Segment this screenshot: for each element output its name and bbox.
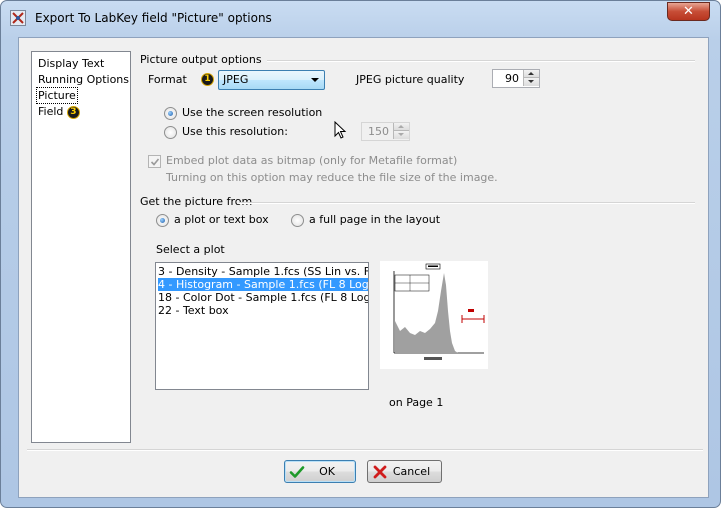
nav-item-label: Running Options [38, 73, 130, 86]
picture-source-group-title: Get the picture from [140, 195, 253, 208]
mouse-cursor-icon [334, 121, 347, 139]
resolution-value: 150 [368, 125, 389, 138]
list-item[interactable]: 22 - Text box [158, 304, 368, 317]
dialog-window: Export To LabKey field "Picture" options… [0, 0, 721, 508]
title-bar[interactable]: Export To LabKey field "Picture" options… [1, 1, 720, 31]
full-page-label[interactable]: a full page in the layout [309, 213, 440, 227]
histogram-preview-image [393, 263, 485, 360]
list-item-selected[interactable]: 4 - Histogram - Sample 1.fcs (FL 8 Log) … [158, 278, 368, 291]
nav-item-label: Picture [38, 89, 76, 102]
ok-button-label: OK [319, 465, 335, 478]
cancel-button-label: Cancel [392, 465, 431, 478]
list-item[interactable]: 3 - Density - Sample 1.fcs (SS Lin vs. F… [158, 265, 368, 278]
embed-bitmap-note: Turning on this option may reduce the fi… [166, 171, 498, 184]
custom-resolution-radio[interactable] [164, 126, 177, 139]
jpeg-quality-value: 90 [505, 72, 519, 85]
plot-preview-thumbnail [380, 261, 488, 369]
group-divider [267, 60, 695, 62]
step-badge-3: 3 [66, 105, 80, 119]
stepper-down-button[interactable] [393, 131, 409, 139]
plot-or-textbox-radio[interactable] [156, 214, 169, 227]
stepper-up-button[interactable] [393, 123, 409, 131]
resolution-stepper[interactable]: 150 [361, 122, 410, 141]
close-button[interactable]: ✕ [667, 2, 710, 21]
footer-separator [27, 449, 703, 451]
chevron-down-icon [311, 78, 319, 82]
jpeg-quality-stepper[interactable]: 90 [492, 69, 540, 88]
screen-resolution-label[interactable]: Use the screen resolution [182, 106, 322, 120]
custom-resolution-label[interactable]: Use this resolution: [182, 125, 288, 139]
page-label: on Page 1 [389, 396, 444, 409]
full-page-radio[interactable] [291, 214, 304, 227]
stepper-buttons [523, 70, 539, 87]
output-options-group-title: Picture output options [140, 53, 262, 66]
window-title: Export To LabKey field "Picture" options [35, 11, 272, 25]
list-item-label: 4 - Histogram - Sample 1.fcs (FL 8 Log) [158, 278, 368, 291]
stepper-up-button[interactable] [523, 70, 539, 78]
options-nav-list[interactable]: Display Text Running Options Picture Fie… [31, 51, 131, 443]
nav-item-label: Display Text [38, 57, 105, 70]
nav-item-display-text[interactable]: Display Text [38, 56, 104, 71]
dialog-client-area: Display Text Running Options Picture Fie… [18, 37, 709, 498]
embed-bitmap-label[interactable]: Embed plot data as bitmap (only for Meta… [166, 154, 457, 168]
screen-resolution-radio[interactable] [164, 107, 177, 120]
format-dropdown-value: JPEG [223, 73, 249, 86]
step-badge-1: 1 [201, 73, 214, 86]
group-divider [239, 202, 695, 204]
jpeg-quality-label: JPEG picture quality [356, 73, 465, 86]
embed-bitmap-checkbox[interactable] [148, 155, 161, 168]
plot-or-textbox-label[interactable]: a plot or text box [174, 213, 269, 227]
list-item[interactable]: 18 - Color Dot - Sample 1.fcs (FL 8 Log … [158, 291, 368, 304]
cancel-button[interactable]: Cancel [367, 460, 442, 483]
stepper-buttons [393, 123, 409, 140]
plot-listbox[interactable]: 3 - Density - Sample 1.fcs (SS Lin vs. F… [155, 262, 369, 390]
stepper-down-button[interactable] [523, 78, 539, 86]
checkmark-icon [150, 158, 160, 166]
format-dropdown[interactable]: JPEG [218, 70, 325, 90]
app-icon [10, 10, 26, 26]
format-label: Format [148, 73, 187, 86]
nav-item-field[interactable]: Field 3 [38, 104, 80, 119]
nav-item-label: Field [38, 105, 64, 118]
ok-button[interactable]: OK [284, 460, 356, 483]
select-plot-label: Select a plot [156, 243, 225, 256]
nav-item-picture[interactable]: Picture [36, 87, 78, 104]
nav-item-running-options[interactable]: Running Options [38, 72, 129, 87]
